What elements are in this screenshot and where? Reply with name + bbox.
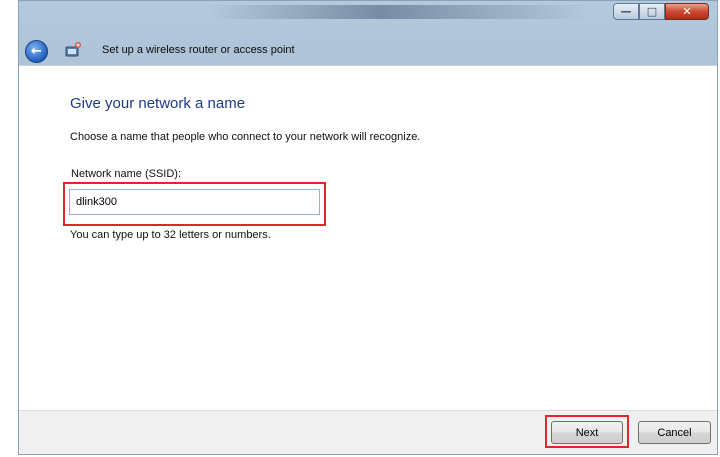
close-icon: ✕ — [682, 5, 692, 18]
next-button[interactable]: Next — [551, 421, 623, 444]
window-controls: — □ ✕ — [613, 3, 709, 20]
wizard-window: — □ ✕ ← Set up a wireless router or acce… — [18, 0, 718, 455]
ssid-input[interactable] — [69, 189, 320, 215]
title-bar: — □ ✕ — [19, 1, 717, 35]
network-setup-icon — [65, 42, 81, 57]
title-bar-glass — [209, 5, 589, 19]
cancel-button[interactable]: Cancel — [638, 421, 711, 444]
wizard-content: Give your network a name Choose a name t… — [19, 65, 717, 411]
ssid-label: Network name (SSID): — [71, 168, 182, 180]
back-button[interactable]: ← — [25, 40, 48, 63]
minimize-icon: — — [620, 5, 632, 18]
maximize-button[interactable]: □ — [639, 3, 665, 20]
ssid-hint: You can type up to 32 letters or numbers… — [70, 229, 271, 241]
page-description: Choose a name that people who connect to… — [70, 131, 421, 143]
window-title: Set up a wireless router or access point — [102, 44, 295, 56]
page-heading: Give your network a name — [70, 95, 246, 112]
maximize-icon: □ — [646, 5, 658, 18]
minimize-button[interactable]: — — [613, 3, 639, 20]
close-button[interactable]: ✕ — [665, 3, 709, 20]
back-arrow-icon: ← — [31, 44, 42, 59]
wizard-footer: Next Cancel — [19, 410, 717, 454]
